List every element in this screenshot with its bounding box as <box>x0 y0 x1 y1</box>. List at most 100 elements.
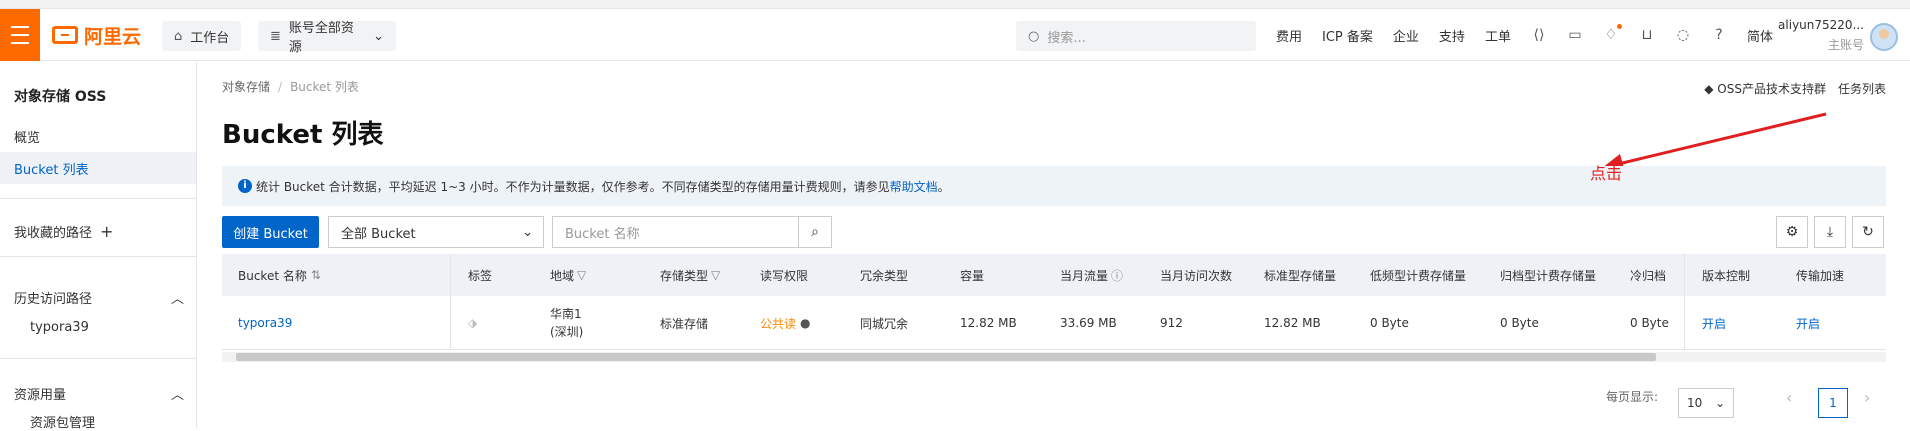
next-page-icon[interactable]: › <box>1864 388 1870 407</box>
pin-icon: ◆ <box>1704 82 1718 96</box>
info-text: 统计 Bucket 合计数据，平均延迟 1~3 小时。不作为计量数据，仅作参考。… <box>256 179 890 194</box>
bucket-filter-select[interactable]: 全部 Bucket ⌄ <box>328 216 544 248</box>
chevron-up-icon: ︿ <box>170 388 184 403</box>
sidebar-favorites[interactable]: 我收藏的路径 + <box>14 222 184 241</box>
warning-icon: ● <box>800 316 811 330</box>
col-visits: 当月访问次数 <box>1160 268 1233 283</box>
acl-cell: 公共读 ● <box>760 316 811 331</box>
current-page-button[interactable]: 1 <box>1818 388 1848 418</box>
filter-icon: ▽ <box>577 268 587 282</box>
col-capacity: 容量 <box>960 268 985 283</box>
breadcrumb-root[interactable]: 对象存储 <box>222 80 270 94</box>
sidebar-resource-group[interactable]: 资源用量 ︿ <box>14 384 184 403</box>
help-icon[interactable]: ? <box>1711 27 1727 43</box>
download-button[interactable]: ⤓ <box>1814 216 1846 248</box>
history-item[interactable]: typora39 <box>30 320 89 335</box>
storage-type-cell: 标准存储 <box>660 316 709 331</box>
table-header: Bucket 名称 ⇅ 标签 地域 ▽ 存储类型 ▽ 读写权限 冗余类型 容量 当月流… <box>222 254 1886 296</box>
bucket-name-link[interactable]: typora39 <box>238 296 292 350</box>
search-icon: ⌕ <box>811 224 819 240</box>
home-icon: ⌂ <box>174 28 183 44</box>
help-icon[interactable]: ⓘ <box>1111 267 1123 284</box>
search-button[interactable]: ⌕ <box>798 216 832 248</box>
col-std-storage: 标准型存储量 <box>1264 268 1337 283</box>
sidebar-divider <box>0 198 196 199</box>
col-ia-storage: 低频型计费存储量 <box>1370 268 1467 283</box>
acceleration-link[interactable]: 开启 <box>1796 296 1820 350</box>
filter-icon: ▽ <box>711 268 721 282</box>
search-icon: ○ <box>1028 28 1040 44</box>
workbench-button[interactable]: ⌂ 工作台 <box>162 21 242 51</box>
sidebar-divider <box>0 358 196 359</box>
bell-icon[interactable]: ♢ <box>1603 24 1622 43</box>
horizontal-scrollbar[interactable] <box>222 352 1886 362</box>
tag-icon[interactable]: ⬗ <box>468 296 477 350</box>
plus-icon[interactable]: + <box>100 222 113 241</box>
sidebar-history-group[interactable]: 历史访问路径 ︿ <box>14 288 184 307</box>
nav-link-billing[interactable]: 费用 <box>1276 26 1302 45</box>
table-row: typora39 ⬗ 华南1 (深圳) 标准存储 公共读 ● 同城冗余 12.82 … <box>222 296 1886 350</box>
workbench-label: 工作台 <box>190 30 230 46</box>
chevron-down-icon: ⌄ <box>522 224 533 240</box>
lightbulb-icon[interactable]: ◌ <box>1675 27 1691 43</box>
support-group-link[interactable]: ◆ OSS产品技术支持群 <box>1704 80 1826 97</box>
list-icon: ≣ <box>270 28 281 44</box>
nav-link-support[interactable]: 支持 <box>1439 26 1465 45</box>
create-bucket-button[interactable]: 创建 Bucket <box>222 216 319 248</box>
col-region[interactable]: 地域 ▽ <box>550 254 586 296</box>
page-size-value: 10 <box>1687 396 1703 410</box>
nav-link-icp[interactable]: ICP 备案 <box>1322 26 1373 45</box>
breadcrumb: 对象存储 / Bucket 列表 <box>222 80 359 94</box>
fixed-column-divider <box>450 254 451 350</box>
resource-scope-dropdown[interactable]: ≣ 账号全部资源 ⌄ <box>258 21 396 55</box>
region-cell: 华南1 (深圳) <box>550 307 584 339</box>
versioning-link[interactable]: 开启 <box>1702 296 1726 350</box>
task-list-link[interactable]: 任务列表 <box>1838 80 1886 97</box>
std-storage-cell: 12.82 MB <box>1264 316 1321 330</box>
info-banner: i 统计 Bucket 合计数据，平均延迟 1~3 小时。不作为计量数据，仅作参… <box>222 166 1886 206</box>
code-icon[interactable]: ⟨⟩ <box>1531 27 1547 43</box>
menu-icon[interactable] <box>0 9 40 61</box>
sidebar-item-bucket-list[interactable]: Bucket 列表 <box>0 152 196 184</box>
refresh-button[interactable]: ↻ <box>1852 216 1884 248</box>
cart-icon[interactable]: ⊔ <box>1639 27 1655 43</box>
col-versioning: 版本控制 <box>1702 268 1751 283</box>
favorites-label: 我收藏的路径 <box>14 226 93 241</box>
user-info[interactable]: aliyun75220... 主账号 <box>1752 18 1864 53</box>
avatar[interactable] <box>1870 23 1898 51</box>
terminal-icon[interactable]: ▭ <box>1567 27 1583 43</box>
resource-item[interactable]: 资源包管理 <box>30 412 95 431</box>
brand-logo[interactable]: 阿里云 <box>52 22 141 48</box>
redundancy-cell: 同城冗余 <box>860 316 909 331</box>
sidebar: 对象存储 OSS 概览 Bucket 列表 我收藏的路径 + 历史访问路径 ︿ … <box>0 62 197 431</box>
col-bucket-name[interactable]: Bucket 名称 ⇅ <box>238 254 321 296</box>
nav-link-enterprise[interactable]: 企业 <box>1393 26 1419 45</box>
page-size-label: 每页显示: <box>1606 390 1659 404</box>
cold-archive-cell: 0 Byte <box>1630 316 1669 330</box>
col-storage-type[interactable]: 存储类型 ▽ <box>660 254 720 296</box>
bucket-name-input[interactable]: Bucket 名称 <box>552 216 800 248</box>
archive-storage-cell: 0 Byte <box>1500 316 1539 330</box>
top-navbar: 阿里云 ⌂ 工作台 ≣ 账号全部资源 ⌄ ○ 搜索... 费用 ICP 备案 企… <box>0 9 1910 61</box>
scrollbar-thumb[interactable] <box>236 353 1656 361</box>
chevron-down-icon: ⌄ <box>373 28 384 44</box>
brand-name: 阿里云 <box>84 25 142 48</box>
sidebar-item-overview[interactable]: 概览 <box>0 120 196 152</box>
prev-page-icon[interactable]: ‹ <box>1786 388 1792 407</box>
settings-button[interactable]: ⚙ <box>1776 216 1808 248</box>
global-search-input[interactable]: ○ 搜索... <box>1016 21 1256 51</box>
capacity-cell: 12.82 MB <box>960 316 1017 330</box>
page-size-select[interactable]: 10 ⌄ <box>1678 388 1734 418</box>
sidebar-divider <box>0 256 196 257</box>
nav-link-ticket[interactable]: 工单 <box>1485 26 1511 45</box>
col-acl: 读写权限 <box>760 268 809 283</box>
bucket-name-placeholder: Bucket 名称 <box>565 226 640 242</box>
help-doc-link[interactable]: 帮助文档 <box>890 178 938 195</box>
col-cold-archive: 冷归档 <box>1630 268 1667 283</box>
filter-select-value: 全部 Bucket <box>341 226 416 242</box>
search-placeholder: 搜索... <box>1047 30 1086 46</box>
resource-scope-label: 账号全部资源 <box>288 21 354 55</box>
col-traffic: 当月流量 ⓘ <box>1060 267 1124 284</box>
visits-cell: 912 <box>1160 316 1183 330</box>
top-links: 费用 ICP 备案 企业 支持 工单 ⟨⟩ ▭ ♢ ⊔ ◌ ? 简体 <box>1276 9 1793 61</box>
